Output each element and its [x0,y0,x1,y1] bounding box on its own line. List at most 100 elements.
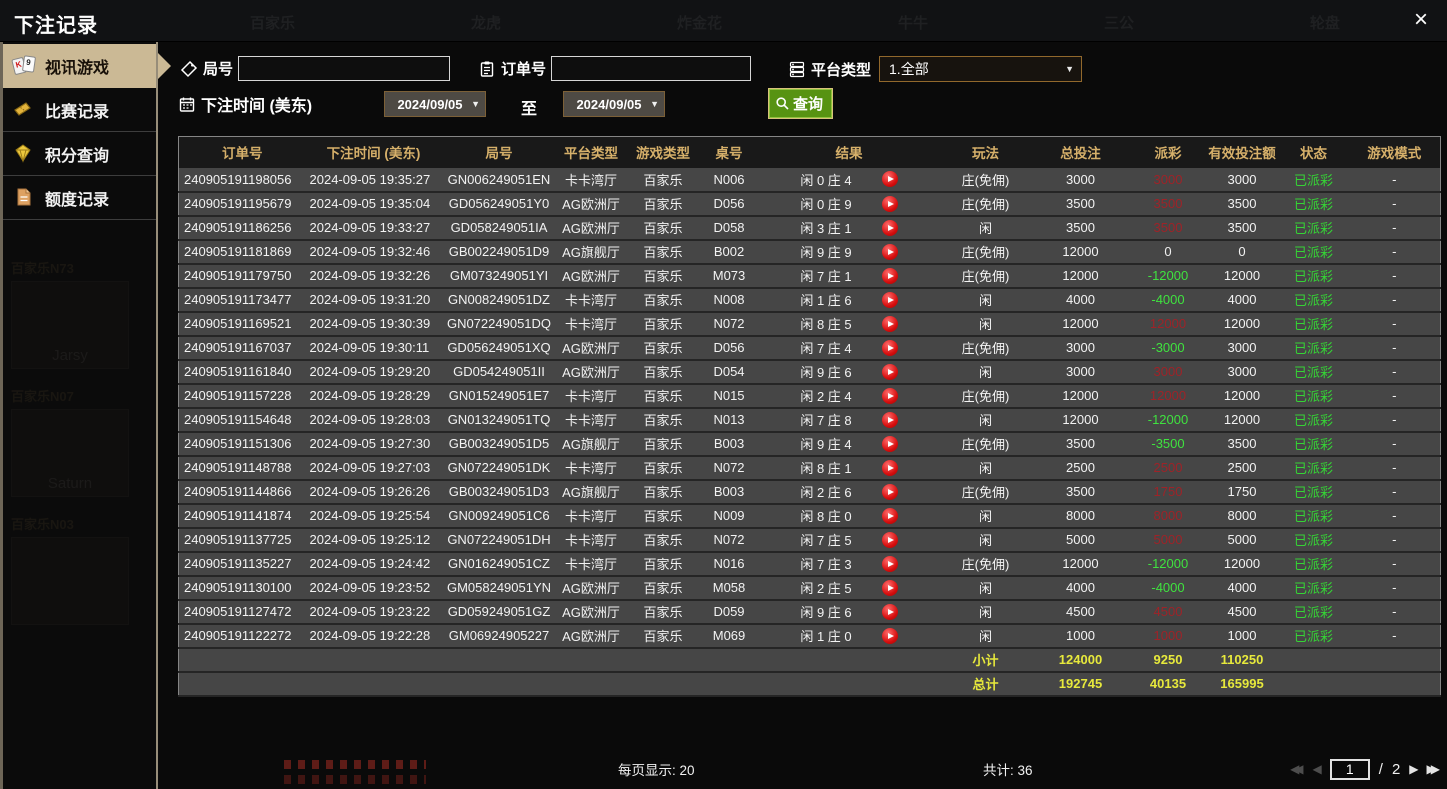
round-number-input[interactable] [238,56,451,81]
play-result-icon[interactable] [881,387,898,404]
play-result-icon[interactable] [881,291,898,308]
page-number-input[interactable] [1329,758,1370,780]
play-result-icon[interactable] [881,363,898,380]
cell-total-bet: 4500 [1030,599,1131,625]
cell-total-bet: 4000 [1030,575,1131,601]
table-row[interactable]: 240905191181869 2024-09-05 19:32:46 GB00… [178,239,1441,265]
column-header: 玩法 [940,136,1031,168]
cell-table-number: D056 [700,191,758,217]
play-result-icon[interactable] [881,555,898,572]
result-text: 闲 8 庄 0 [800,509,852,524]
cell-status: 已派彩 [1278,599,1349,625]
play-result-icon[interactable] [881,531,898,548]
cell-game-type: 百家乐 [625,359,701,385]
result-text: 闲 7 庄 8 [800,413,852,428]
sidebar-item-match-records[interactable]: 比赛记录 [3,88,156,132]
table-row[interactable]: 240905191179750 2024-09-05 19:32:26 GM07… [178,263,1441,289]
subtotal-bet: 124000 [1030,647,1131,673]
cell-result: 闲 9 庄 6 [757,359,941,385]
play-result-icon[interactable] [881,315,898,332]
prev-page-icon[interactable]: ◀ [1313,755,1322,783]
cell-play-type: 闲 [940,311,1031,337]
cell-platform-type: 卡卡湾厅 [556,527,626,553]
table-row[interactable]: 240905191135227 2024-09-05 19:24:42 GN01… [178,551,1441,577]
table-row[interactable]: 240905191122272 2024-09-05 19:22:28 GM06… [178,623,1441,649]
result-text: 闲 8 庄 5 [800,317,852,332]
cell-order-number: 240905191161840 [178,359,306,385]
play-result-icon[interactable] [881,435,898,452]
table-row[interactable]: 240905191154648 2024-09-05 19:28:03 GN01… [178,407,1441,433]
table-row[interactable]: 240905191167037 2024-09-05 19:30:11 GD05… [178,335,1441,361]
cell-order-number: 240905191141874 [178,503,306,529]
cell-payout: 1000 [1130,623,1206,649]
cell-game-mode: - [1348,335,1441,361]
cell-game-mode: - [1348,623,1441,649]
cell-valid-bet: 3500 [1205,215,1279,241]
table-row[interactable]: 240905191144866 2024-09-05 19:26:26 GB00… [178,479,1441,505]
table-row[interactable]: 240905191151306 2024-09-05 19:27:30 GB00… [178,431,1441,457]
first-page-icon[interactable]: ◀◀ [1290,755,1304,783]
table-row[interactable]: 240905191169521 2024-09-05 19:30:39 GN07… [178,311,1441,337]
table-row[interactable]: 240905191137725 2024-09-05 19:25:12 GN07… [178,527,1441,553]
cell-bet-time: 2024-09-05 19:28:03 [305,407,442,433]
play-result-icon[interactable] [881,459,898,476]
result-text: 闲 2 庄 5 [800,581,852,596]
cell-round-number: GN072249051DH [441,527,557,553]
table-row[interactable]: 240905191186256 2024-09-05 19:33:27 GD05… [178,215,1441,241]
result-text: 闲 1 庄 0 [800,629,852,644]
table-row[interactable]: 240905191173477 2024-09-05 19:31:20 GN00… [178,287,1441,313]
play-result-icon[interactable] [881,507,898,524]
sidebar-item-quota-records[interactable]: 额度记录 [3,176,156,220]
last-page-icon[interactable]: ▶▶ [1427,755,1441,783]
table-header: 订单号 下注时间 (美东) 局号 平台类型 游戏类型 桌号 结果 玩法 总投注 派彩 有效投注额 状态… [178,136,1441,168]
play-result-icon[interactable] [881,267,898,284]
cell-status: 已派彩 [1278,479,1349,505]
total-row: 总计 192745 40135 165995 [178,671,1441,697]
play-result-icon[interactable] [881,579,898,596]
play-result-icon[interactable] [881,195,898,212]
sidebar-item-video-games[interactable]: K 9 视讯游戏 [3,44,156,88]
table-row[interactable]: 240905191157228 2024-09-05 19:28:29 GN01… [178,383,1441,409]
play-result-icon[interactable] [881,339,898,356]
close-icon[interactable]: × [1407,5,1435,35]
play-result-icon[interactable] [881,483,898,500]
pagination: ◀◀ ◀ / 2 ▶ ▶▶ [1290,755,1440,783]
play-result-icon[interactable] [881,411,898,428]
next-page-icon[interactable]: ▶ [1409,755,1418,783]
platform-type-filter: 平台类型 1.全部 [788,56,1083,82]
cell-status: 已派彩 [1278,167,1349,193]
table-row[interactable]: 240905191141874 2024-09-05 19:25:54 GN00… [178,503,1441,529]
date-from-select[interactable]: 2024/09/05 [384,91,486,117]
cell-round-number: GN009249051C6 [441,503,557,529]
table-row[interactable]: 240905191161840 2024-09-05 19:29:20 GD05… [178,359,1441,385]
column-header: 桌号 [700,136,758,168]
table-row[interactable]: 240905191127472 2024-09-05 19:23:22 GD05… [178,599,1441,625]
table-row[interactable]: 240905191130100 2024-09-05 19:23:52 GM05… [178,575,1441,601]
cell-valid-bet: 3000 [1205,335,1279,361]
sidebar-item-points-query[interactable]: 积分查询 [3,132,156,176]
play-result-icon[interactable] [881,603,898,620]
order-number-label: 订单号 [501,61,547,78]
cell-game-mode: - [1348,527,1441,553]
table-row[interactable]: 240905191195679 2024-09-05 19:35:04 GD05… [178,191,1441,217]
cell-platform-type: AG欧洲厅 [556,623,626,649]
cell-result: 闲 7 庄 3 [757,551,941,577]
date-to-select[interactable]: 2024/09/05 [563,91,665,117]
platform-type-select[interactable]: 1.全部 [879,56,1083,82]
order-number-input[interactable] [551,56,752,81]
round-number-label: 局号 [203,61,234,78]
play-result-icon[interactable] [881,627,898,644]
play-result-icon[interactable] [881,219,898,236]
table-row[interactable]: 240905191198056 2024-09-05 19:35:27 GN00… [178,167,1441,193]
cell-game-mode: - [1348,359,1441,385]
search-button[interactable]: 查询 [768,88,834,119]
play-result-icon[interactable] [881,243,898,260]
cell-bet-time: 2024-09-05 19:25:54 [305,503,442,529]
table-row[interactable]: 240905191148788 2024-09-05 19:27:03 GN07… [178,455,1441,481]
cell-status: 已派彩 [1278,503,1349,529]
play-result-icon[interactable] [881,171,898,187]
column-header: 派彩 [1130,136,1206,168]
cell-game-mode: - [1348,287,1441,313]
cell-valid-bet: 8000 [1205,503,1279,529]
cell-game-mode: - [1348,431,1441,457]
